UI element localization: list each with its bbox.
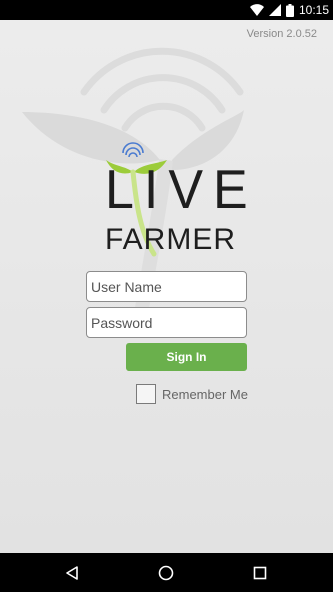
- password-input[interactable]: [86, 307, 247, 338]
- remember-me-label: Remember Me: [162, 386, 248, 402]
- logo-text-live: LIVE: [105, 159, 258, 221]
- battery-icon: [285, 3, 294, 17]
- logo-text-farmer: FARMER: [105, 223, 237, 256]
- home-button[interactable]: [146, 553, 186, 592]
- live-farmer-logo: LIVE FARMER: [100, 142, 248, 262]
- home-icon: [158, 565, 174, 580]
- recents-button[interactable]: [240, 553, 280, 592]
- navigation-bar: [0, 553, 333, 592]
- wifi-icon: [249, 4, 264, 16]
- sign-in-button[interactable]: Sign In: [126, 343, 247, 371]
- back-button[interactable]: [52, 553, 92, 592]
- remember-me-checkbox[interactable]: [136, 384, 156, 404]
- status-bar: 10:15: [0, 0, 333, 20]
- version-label: Version 2.0.52: [246, 28, 317, 40]
- remember-me-row[interactable]: Remember Me: [136, 384, 248, 404]
- recents-icon: [253, 566, 267, 579]
- login-screen: Version 2.0.52 LIVE FARMER Sign In Remem…: [0, 20, 333, 553]
- status-time: 10:15: [298, 3, 329, 17]
- back-icon: [66, 565, 78, 580]
- status-icons: 10:15: [249, 0, 329, 20]
- signal-icon: [268, 4, 281, 16]
- username-input[interactable]: [86, 271, 247, 302]
